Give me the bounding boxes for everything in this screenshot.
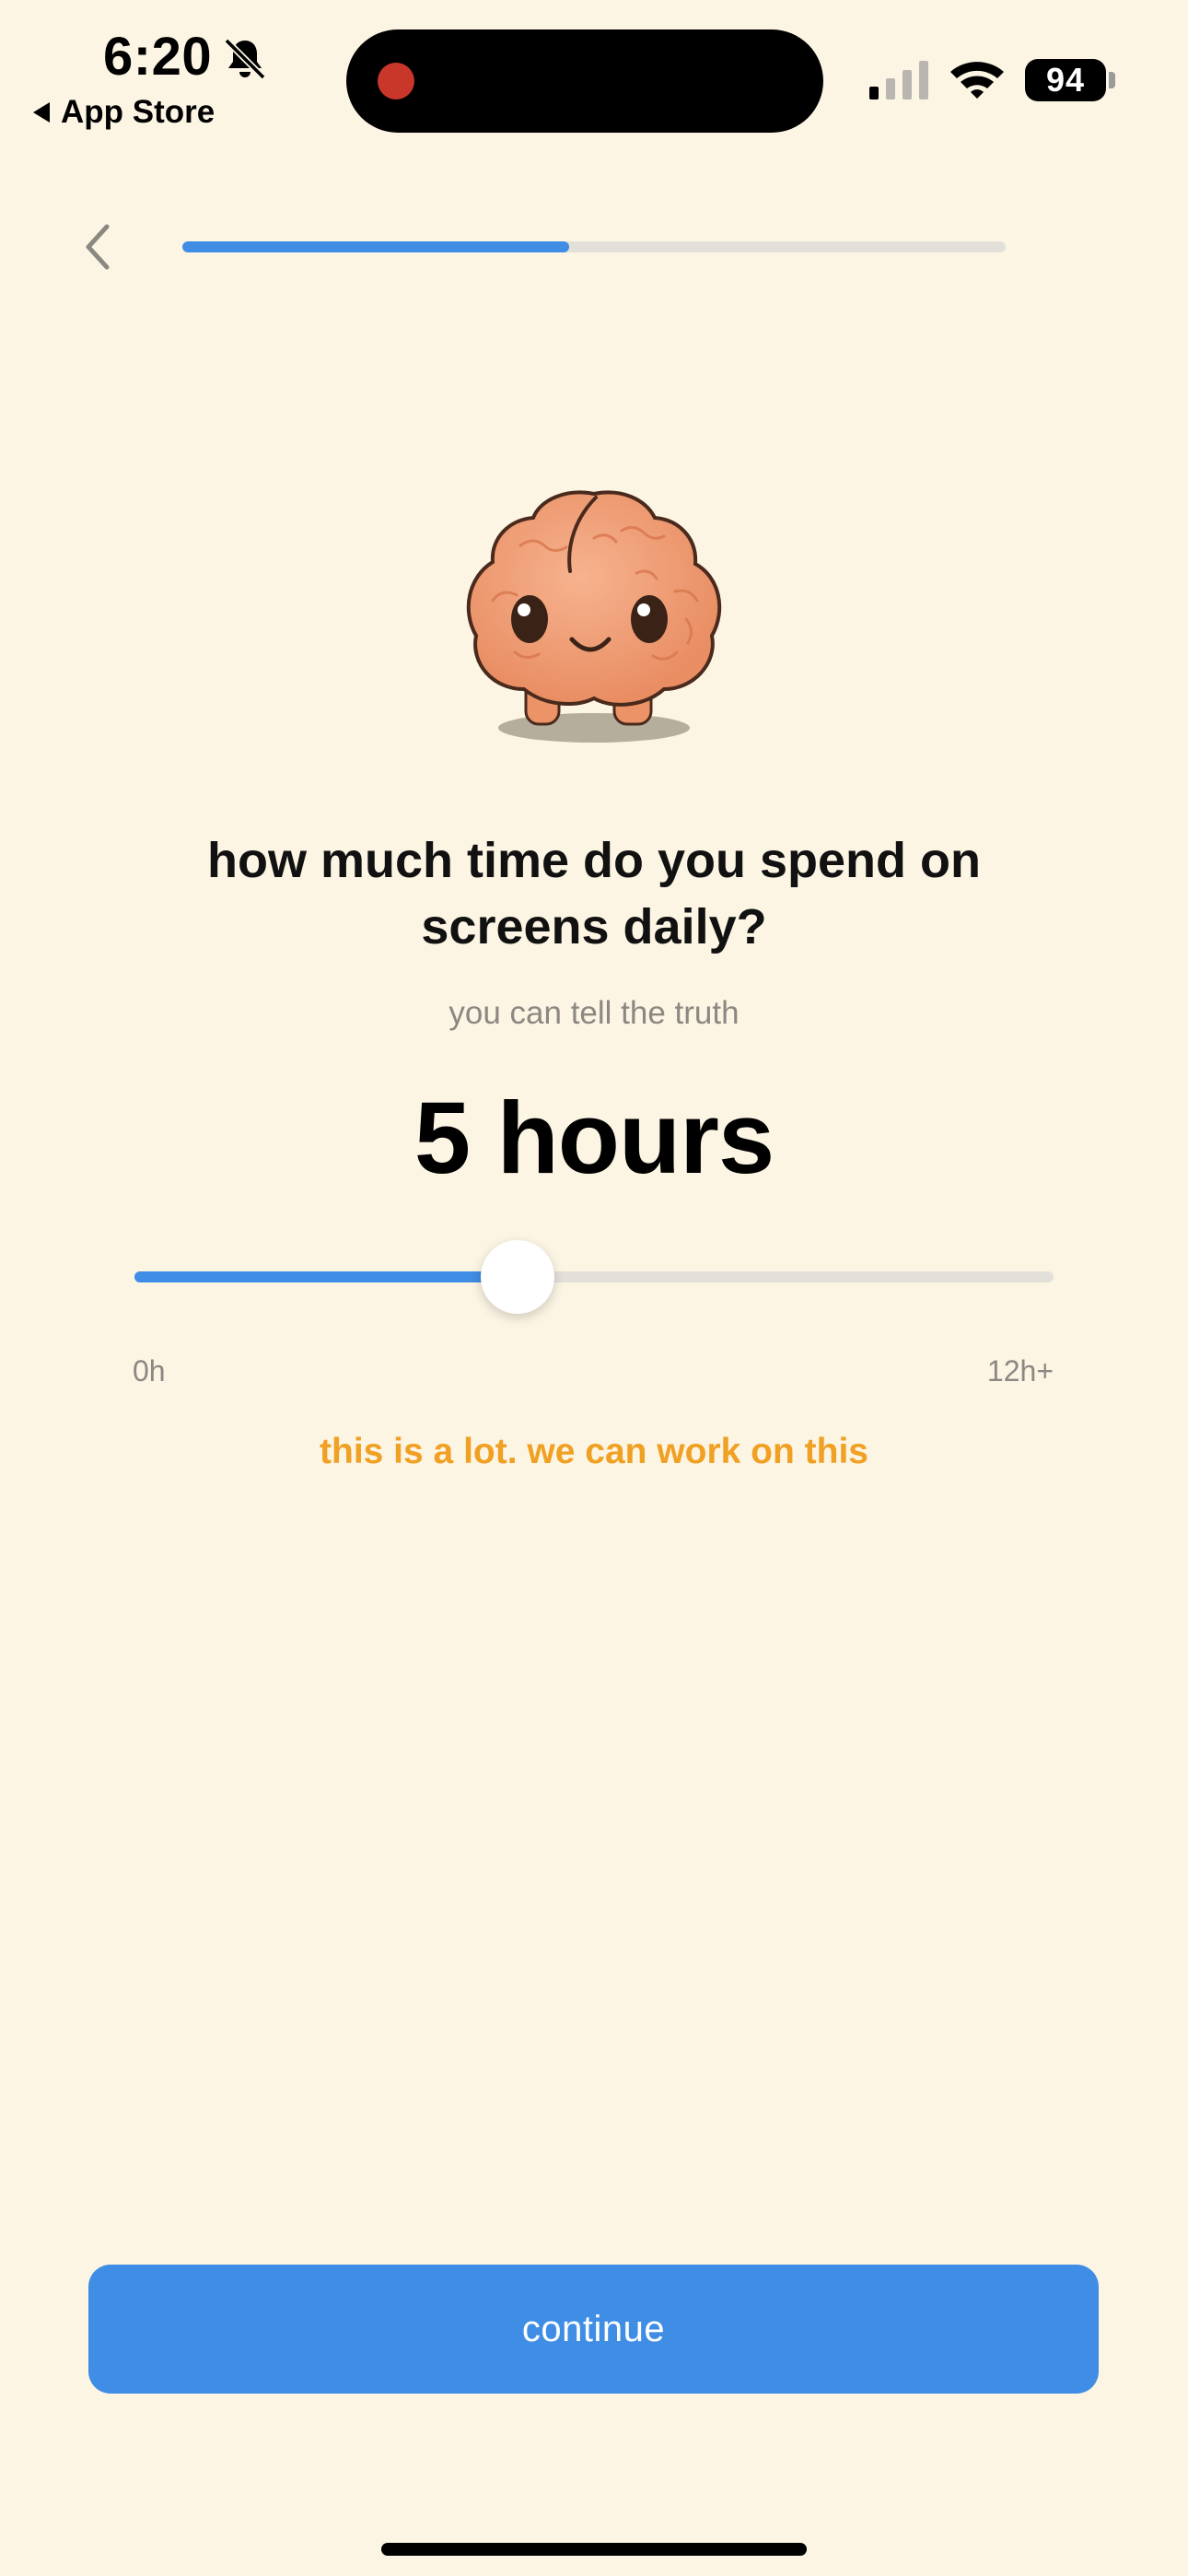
continue-button[interactable]: continue <box>88 2265 1099 2394</box>
slider-fill <box>134 1271 518 1282</box>
question-title: how much time do you spend on screens da… <box>206 833 981 954</box>
back-to-app-store[interactable]: App Store <box>33 94 215 131</box>
battery-icon: 94 <box>1025 59 1106 101</box>
status-time: 6:20 <box>103 27 213 87</box>
question-subtitle: you can tell the truth <box>448 995 740 1031</box>
brain-mascot-icon <box>466 490 722 743</box>
home-indicator <box>381 2543 807 2556</box>
slider-min-label: 0h <box>133 1354 166 1388</box>
feedback-message: this is a lot. we can work on this <box>320 1432 868 1471</box>
recording-indicator-icon <box>378 63 414 100</box>
dynamic-island <box>346 29 823 133</box>
slider-max-label: 12h+ <box>986 1354 1054 1388</box>
back-app-label: App Store <box>61 94 215 130</box>
slider-track[interactable] <box>134 1271 1054 1282</box>
battery-level: 94 <box>1045 61 1086 99</box>
back-triangle-icon <box>33 102 50 123</box>
chevron-left-icon[interactable] <box>76 219 122 275</box>
onboarding-screen: 6:20 App Store 94 how much time do you s… <box>0 0 1188 2576</box>
screen-time-value: 5 hours <box>413 1082 775 1195</box>
battery-cap <box>1109 72 1115 88</box>
slider-thumb[interactable] <box>480 1240 554 1314</box>
onboarding-progress-bar <box>182 241 1006 252</box>
onboarding-progress-fill <box>182 241 570 252</box>
wifi-icon <box>950 62 1004 99</box>
bell-slash-icon <box>224 38 266 80</box>
signal-icon <box>869 61 928 100</box>
screen-time-slider[interactable] <box>134 1240 1054 1314</box>
